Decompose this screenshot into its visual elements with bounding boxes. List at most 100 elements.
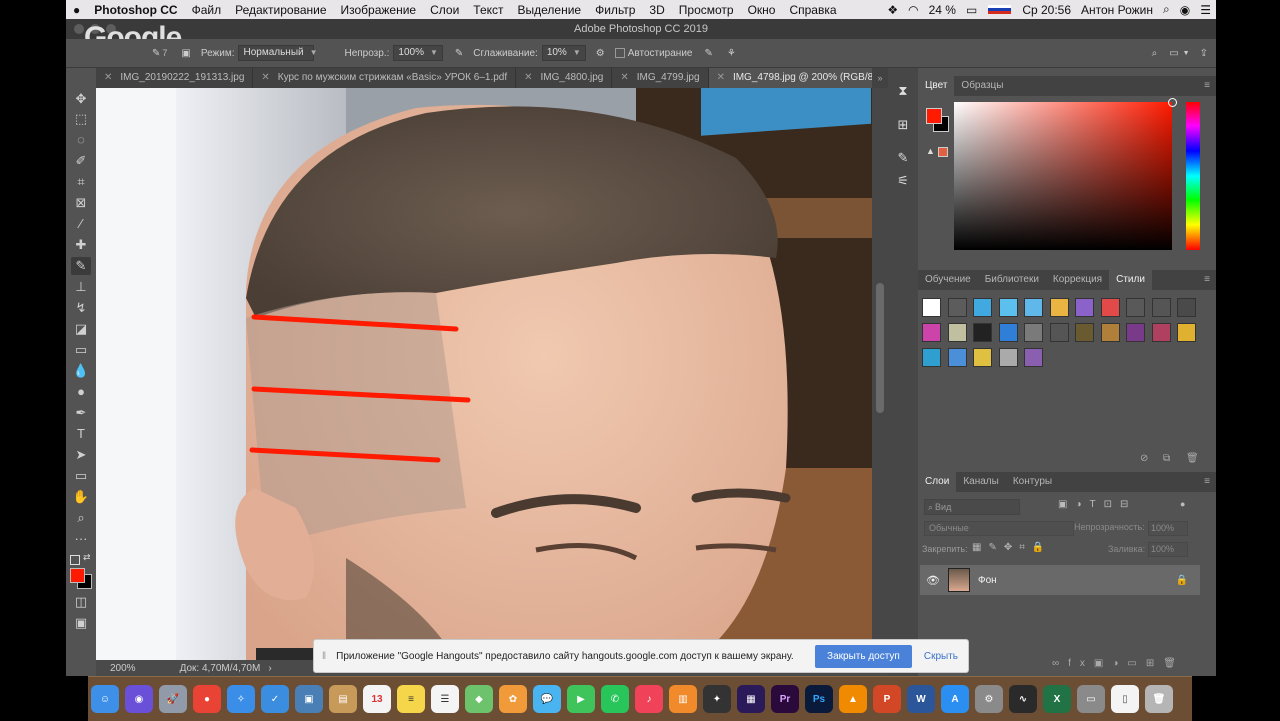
dock-photos-icon[interactable]: ✿ <box>499 685 527 713</box>
type-tool-icon[interactable]: T <box>71 425 91 443</box>
new-style-icon[interactable]: ⧉ <box>1163 453 1170 464</box>
properties-panel-icon[interactable]: ⊞ <box>893 115 913 135</box>
dock-preview-icon[interactable]: ▣ <box>295 685 323 713</box>
marquee-tool-icon[interactable]: ⬚ <box>71 110 91 128</box>
tab-channels[interactable]: Каналы <box>956 472 1006 492</box>
dock-premiere-icon[interactable]: Pr <box>771 685 799 713</box>
workspace-chevron-down-icon[interactable]: ▼ <box>1183 50 1190 57</box>
dock-siri-icon[interactable]: ◉ <box>125 685 153 713</box>
style-swatch[interactable] <box>998 298 1018 317</box>
rectangle-tool-icon[interactable]: ▭ <box>71 467 91 485</box>
menu-file[interactable]: Файл <box>185 3 229 17</box>
style-swatch[interactable] <box>1177 323 1196 342</box>
menu-layers[interactable]: Слои <box>423 3 466 17</box>
siri-icon[interactable]: ◉ <box>1175 3 1195 17</box>
adjustments-sliders-icon[interactable]: ⚟ <box>893 171 913 191</box>
dock-safari-icon[interactable]: ✧ <box>227 685 255 713</box>
drag-handle-icon[interactable]: ‖ <box>322 651 326 662</box>
battery-percent[interactable]: 24 % <box>924 3 961 17</box>
style-swatch[interactable] <box>1100 323 1120 342</box>
style-swatch[interactable] <box>947 298 967 317</box>
tab-pdf-course[interactable]: ✕ Курс по мужским стрижкам «Basic» УРОК 6… <box>253 68 517 88</box>
dock-facetime-icon[interactable]: ▶ <box>567 685 595 713</box>
quick-mask-icon[interactable]: ◫ <box>71 593 91 611</box>
menu-filter[interactable]: Фильтр <box>588 3 642 17</box>
hide-button[interactable]: Скрыть <box>924 651 958 662</box>
layer-filter-icons[interactable]: ▣◑T⊡⊟ <box>1058 499 1136 510</box>
brush-tool-icon[interactable]: ✎ <box>71 257 91 275</box>
dock-photoshop-icon[interactable]: Ps <box>805 685 833 713</box>
color-picker-field[interactable] <box>954 98 1177 250</box>
tab-adjustments[interactable]: Коррекция <box>1046 270 1109 290</box>
color-foreground-swatch[interactable] <box>926 108 942 124</box>
dock-excel-icon[interactable]: X <box>1043 685 1071 713</box>
dock-system-preferences-icon[interactable]: ⚙ <box>975 685 1003 713</box>
style-swatch[interactable] <box>1024 348 1043 367</box>
dock-activity-monitor-icon[interactable]: ∿ <box>1009 685 1037 713</box>
panel-menu-icon[interactable]: ≡ <box>1204 270 1216 290</box>
dock-vlc-icon[interactable]: ▲ <box>839 685 867 713</box>
dock-reminders-icon[interactable]: ☰ <box>431 685 459 713</box>
clear-style-icon[interactable]: ⊘ <box>1140 453 1148 464</box>
workspace-icon[interactable]: ▭ <box>1169 48 1178 59</box>
tab-swatches[interactable]: Образцы <box>954 76 1010 96</box>
blend-mode-select[interactable]: Обычные <box>924 521 1074 536</box>
close-window-icon[interactable] <box>74 24 84 34</box>
panel-menu-icon[interactable]: ≡ <box>1204 472 1216 492</box>
dock-powerpoint-icon[interactable]: P <box>873 685 901 713</box>
tab-img-4799[interactable]: ✕ IMG_4799.jpg <box>612 68 709 88</box>
stop-sharing-button[interactable]: Закрыть доступ <box>815 644 912 668</box>
menu-select[interactable]: Выделение <box>511 3 589 17</box>
zoom-level[interactable]: 200% <box>110 663 136 674</box>
lock-icons[interactable]: ▦✎✥⌗🔒 <box>972 542 1051 553</box>
menu-view[interactable]: Просмотр <box>672 3 741 17</box>
pressure-size-icon[interactable]: ✎ <box>704 48 712 59</box>
close-tab-icon[interactable]: ✕ <box>104 68 112 88</box>
zoom-tool-icon[interactable]: ⌕ <box>71 509 91 527</box>
layer-name[interactable]: Фон <box>978 575 997 586</box>
style-swatch[interactable] <box>1024 298 1043 317</box>
tab-styles[interactable]: Стили <box>1109 270 1152 290</box>
scrollbar-thumb[interactable] <box>876 283 884 413</box>
close-tab-icon[interactable]: ✕ <box>261 68 269 88</box>
dock-books-icon[interactable]: ▥ <box>669 685 697 713</box>
dock-tasks-icon[interactable]: ✓ <box>261 685 289 713</box>
style-swatch[interactable] <box>922 323 941 342</box>
dock-document-icon[interactable]: ▯ <box>1111 685 1139 713</box>
dock-maps-icon[interactable]: ◆ <box>465 685 493 713</box>
delete-style-trash-icon[interactable]: 🗑 <box>1186 453 1199 464</box>
edit-toolbar-icon[interactable]: ··· <box>71 530 91 548</box>
dock-final-cut-icon[interactable]: ✦ <box>703 685 731 713</box>
dock-chrome-icon[interactable]: ● <box>193 685 221 713</box>
gradient-tool-icon[interactable]: ▭ <box>71 341 91 359</box>
dock-calendar-icon[interactable]: 13 <box>363 685 391 713</box>
dock-word-icon[interactable]: W <box>907 685 935 713</box>
input-language-flag-icon[interactable] <box>988 5 1012 14</box>
dock-media-encoder-icon[interactable]: ▦ <box>737 685 765 713</box>
layers-footer-icons[interactable]: ∞fx▣◑▭⊞🗑 <box>1052 658 1185 669</box>
style-swatch[interactable] <box>973 298 992 317</box>
style-swatch[interactable] <box>1177 298 1196 317</box>
opacity-input[interactable]: 100% ▼ <box>393 45 443 61</box>
crop-tool-icon[interactable]: ⌗ <box>71 173 91 191</box>
default-colors-icon[interactable] <box>70 555 80 565</box>
eraser-tool-icon[interactable]: ◪ <box>71 320 91 338</box>
dock-music-icon[interactable]: ♪ <box>635 685 663 713</box>
style-swatch[interactable] <box>947 323 967 342</box>
style-swatch[interactable] <box>1049 323 1069 342</box>
tab-img-4798-active[interactable]: ✕ IMG_4798.jpg @ 200% (RGB/8*) <box>708 68 890 88</box>
lasso-tool-icon[interactable]: ◌ <box>71 131 91 149</box>
menu-help[interactable]: Справка <box>782 3 843 17</box>
apple-icon[interactable]: ● <box>66 3 87 17</box>
dock-app-store-icon[interactable]: A <box>941 685 969 713</box>
style-swatch[interactable] <box>973 323 992 342</box>
status-menu-chevron-icon[interactable]: › <box>268 663 271 674</box>
gamut-color-swatch[interactable] <box>938 147 948 157</box>
menu-edit[interactable]: Редактирование <box>228 3 333 17</box>
style-swatch[interactable] <box>1049 298 1069 317</box>
move-tool-icon[interactable]: ✥ <box>71 90 91 108</box>
brush-settings-icon[interactable]: ▣ <box>181 48 190 59</box>
pressure-opacity-icon[interactable]: ✎ <box>455 48 463 59</box>
tab-learn[interactable]: Обучение <box>918 270 978 290</box>
layer-lock-icon[interactable]: 🔒 <box>1176 575 1188 586</box>
